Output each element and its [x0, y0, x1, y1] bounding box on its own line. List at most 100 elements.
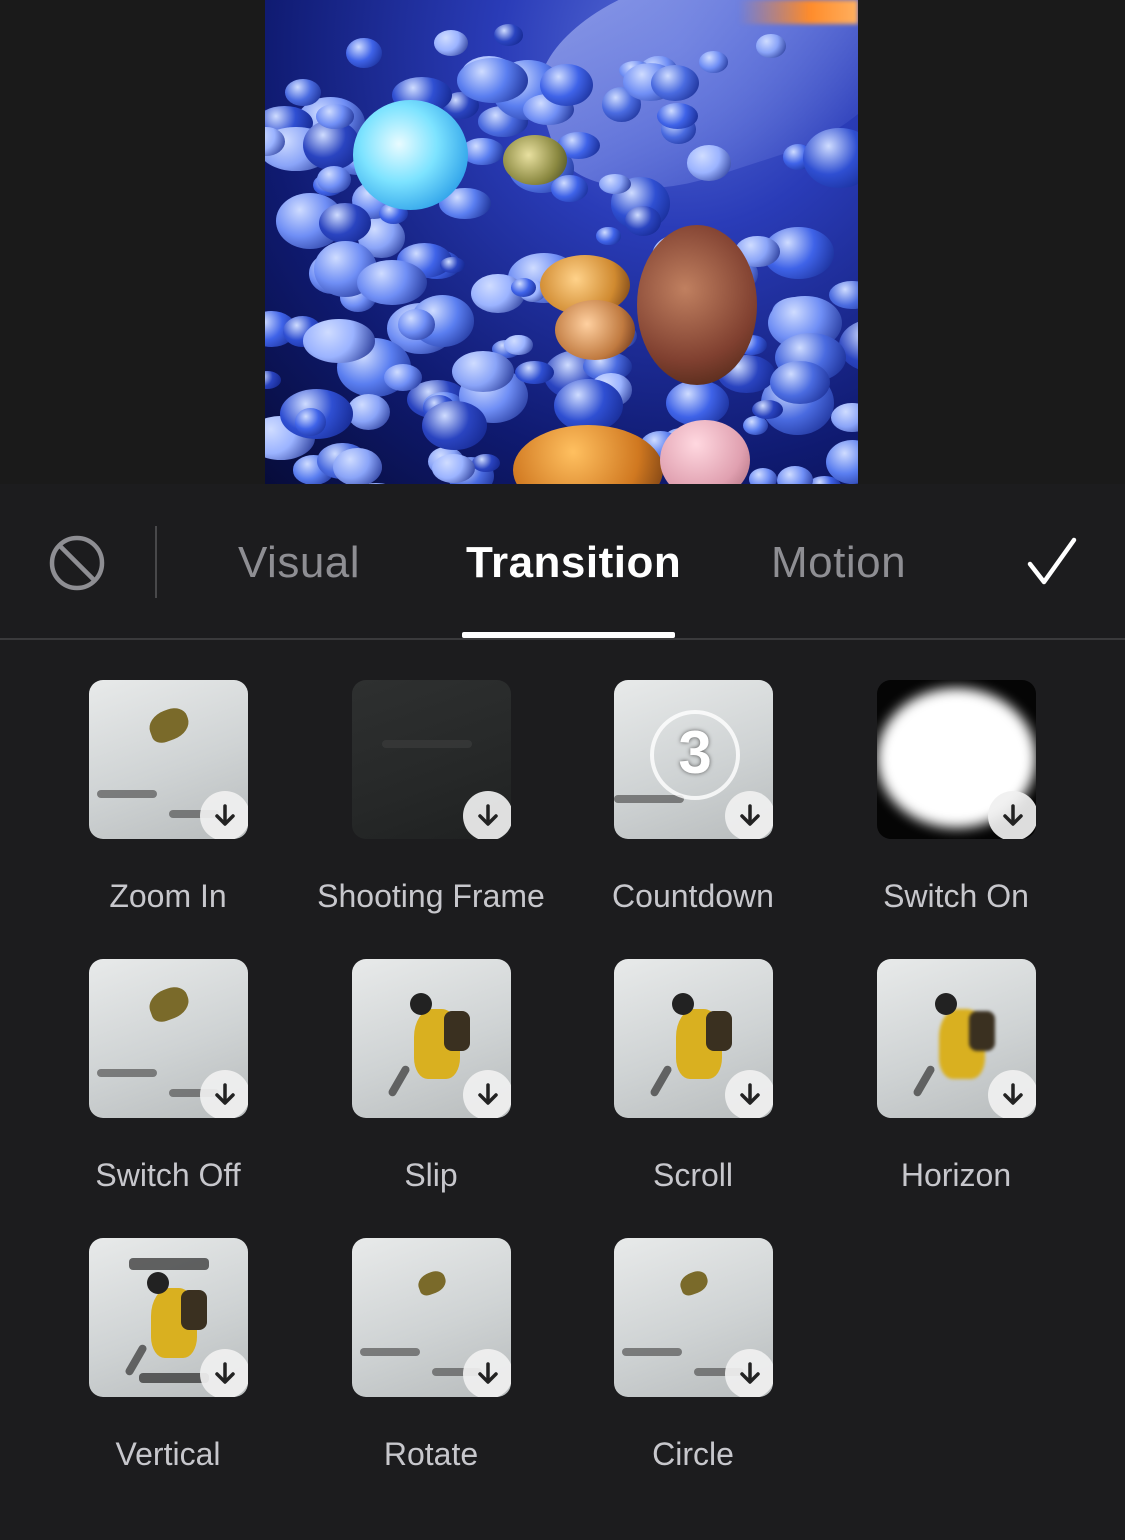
pebble-shape	[625, 206, 662, 236]
download-icon[interactable]	[200, 1349, 248, 1397]
transition-thumbnail[interactable]	[352, 1238, 511, 1397]
download-icon[interactable]	[463, 1349, 511, 1397]
pebble-shape	[332, 447, 382, 484]
transition-label: Circle	[652, 1436, 734, 1472]
skier-backpack	[181, 1290, 207, 1330]
pebble-shape	[699, 51, 729, 73]
confirm-button[interactable]	[1024, 534, 1080, 590]
transition-item-countdown[interactable]: 3 Countdown	[562, 640, 824, 919]
bird-figure	[415, 1268, 449, 1298]
transition-label: Countdown	[612, 878, 774, 914]
transition-thumbnail[interactable]: 3	[614, 680, 773, 839]
transition-label: Rotate	[383, 1436, 479, 1472]
countdown-number: 3	[678, 719, 712, 786]
glitch-bar	[139, 1373, 209, 1383]
snow-streak	[97, 1069, 157, 1077]
transition-item-shooting-frame[interactable]: Shooting Frame	[300, 640, 562, 919]
pebble-shape	[353, 100, 468, 210]
ski-pole	[912, 1064, 936, 1098]
transition-thumbnail[interactable]	[877, 680, 1036, 839]
pebble-shape	[265, 370, 282, 390]
skier-backpack	[969, 1011, 995, 1051]
transition-thumbnail[interactable]	[614, 1238, 773, 1397]
video-preview-frame[interactable]	[265, 0, 858, 484]
pebble-shape	[803, 127, 858, 189]
tab-visual[interactable]: Visual	[238, 536, 360, 590]
transition-editor-screen: Visual Transition Motion Zoom In Shooting…	[0, 0, 1125, 1540]
transition-label: Shooting Frame	[317, 878, 545, 914]
transition-item-scroll[interactable]: Scroll	[562, 919, 824, 1198]
pebble-shape	[596, 227, 621, 245]
download-icon[interactable]	[725, 1349, 773, 1397]
snow-streak	[622, 1348, 682, 1356]
download-icon[interactable]	[988, 1070, 1036, 1118]
pebble-shape	[440, 257, 465, 274]
pebble-shape	[554, 378, 624, 432]
snow-streak	[97, 790, 157, 798]
download-icon[interactable]	[988, 791, 1036, 839]
tab-divider	[155, 526, 157, 598]
transition-thumbnail[interactable]	[352, 680, 511, 839]
pebble-shape	[316, 165, 352, 193]
active-tab-indicator	[462, 632, 675, 638]
skier-head	[147, 1272, 169, 1294]
ski-pole	[387, 1064, 411, 1098]
snow-streak	[614, 795, 684, 803]
pebble-shape	[513, 425, 663, 484]
preview-glow	[738, 0, 858, 24]
transition-item-vertical[interactable]: Vertical	[37, 1198, 299, 1477]
pebble-shape	[665, 379, 729, 427]
transition-thumbnail[interactable]	[877, 959, 1036, 1118]
pebble-shape	[315, 104, 355, 129]
no-transition-button[interactable]	[48, 534, 106, 592]
transition-item-slip[interactable]: Slip	[300, 919, 562, 1198]
transition-item-switch-on[interactable]: Switch On	[825, 640, 1087, 919]
bird-figure	[145, 983, 193, 1025]
transition-label: Slip	[404, 1157, 458, 1193]
bird-figure	[145, 704, 193, 746]
pebble-shape	[347, 394, 391, 431]
transition-thumbnail[interactable]	[614, 959, 773, 1118]
skier-head	[935, 993, 957, 1015]
bird-figure	[677, 1268, 711, 1298]
transition-item-circle[interactable]: Circle	[562, 1198, 824, 1477]
download-icon[interactable]	[463, 1070, 511, 1118]
tab-transition[interactable]: Transition	[466, 536, 681, 590]
pebble-shape	[539, 63, 594, 107]
pebble-shape	[504, 335, 533, 355]
download-icon[interactable]	[725, 791, 773, 839]
pebble-shape	[471, 453, 500, 472]
pebble-shape	[749, 468, 778, 484]
skier-backpack	[706, 1011, 732, 1051]
pebble-shape	[515, 360, 554, 384]
transition-thumbnail[interactable]	[89, 1238, 248, 1397]
download-icon[interactable]	[200, 791, 248, 839]
tab-bar: Visual Transition Motion	[0, 484, 1125, 640]
transition-item-switch-off[interactable]: Switch Off	[37, 919, 299, 1198]
transition-item-zoom-in[interactable]: Zoom In	[37, 640, 299, 919]
prohibit-icon	[49, 535, 105, 591]
transition-item-rotate[interactable]: Rotate	[300, 1198, 562, 1477]
transition-item-horizon[interactable]: Horizon	[825, 919, 1087, 1198]
transition-thumbnail[interactable]	[352, 959, 511, 1118]
transition-grid: Zoom In Shooting Frame 3 Countdown Switch On…	[0, 640, 1125, 1540]
skier-backpack	[444, 1011, 470, 1051]
download-icon[interactable]	[463, 791, 511, 839]
pebble-shape	[831, 402, 858, 433]
download-icon[interactable]	[200, 1070, 248, 1118]
transition-thumbnail[interactable]	[89, 680, 248, 839]
download-icon[interactable]	[725, 1070, 773, 1118]
ski-pole	[124, 1343, 148, 1377]
transition-thumbnail[interactable]	[89, 959, 248, 1118]
pebble-shape	[356, 259, 427, 306]
dark-streak	[382, 740, 472, 748]
pebble-shape	[284, 78, 322, 106]
transition-label: Vertical	[115, 1436, 221, 1472]
pebble-shape	[294, 408, 327, 437]
tab-motion[interactable]: Motion	[771, 536, 906, 590]
pebble-shape	[651, 64, 699, 101]
checkmark-icon	[1027, 537, 1077, 585]
pebble-shape	[346, 37, 382, 68]
pebble-shape	[431, 453, 476, 483]
snow-streak	[360, 1348, 420, 1356]
